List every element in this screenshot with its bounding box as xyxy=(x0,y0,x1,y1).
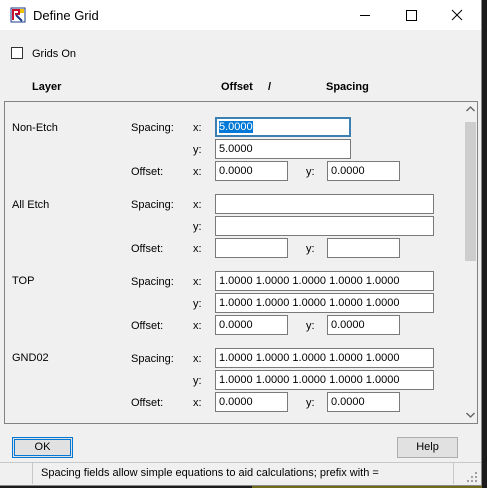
spacing-header: Spacing xyxy=(326,81,369,93)
y-label: y: xyxy=(306,166,315,178)
define-grid-dialog: Define Grid Grids On Layer Offset / Spac… xyxy=(0,0,482,486)
layer-name: TOP xyxy=(12,275,35,287)
grids-on-checkbox[interactable] xyxy=(11,47,23,59)
top-spacing-x-input[interactable]: 1.0000 1.0000 1.0000 1.0000 1.0000 xyxy=(215,271,434,291)
ok-button-label: OK xyxy=(34,441,51,453)
close-button[interactable] xyxy=(434,0,480,30)
top-spacing-y-input[interactable]: 1.0000 1.0000 1.0000 1.0000 1.0000 xyxy=(215,293,434,313)
minimize-button[interactable] xyxy=(342,0,388,30)
non-etch-spacing-x-input[interactable]: 5.0000 xyxy=(215,117,351,137)
help-button[interactable]: Help xyxy=(397,437,458,458)
scroll-down-arrow-icon[interactable] xyxy=(466,412,475,418)
offset-label: Offset: xyxy=(131,243,164,255)
y-label: y: xyxy=(306,397,315,409)
status-text: Spacing fields allow simple equations to… xyxy=(41,467,379,479)
gnd02-spacing-y-input[interactable]: 1.0000 1.0000 1.0000 1.0000 1.0000 xyxy=(215,370,434,390)
gnd02-offset-y-input[interactable]: 0.0000 xyxy=(327,392,400,412)
y-label: y: xyxy=(306,243,315,255)
window-title: Define Grid xyxy=(33,8,99,23)
all-etch-offset-y-input[interactable] xyxy=(327,238,400,258)
non-etch-offset-y-input[interactable]: 0.0000 xyxy=(327,161,400,181)
offset-header: Offset xyxy=(221,81,253,93)
layer-name: All Etch xyxy=(12,199,50,211)
app-icon xyxy=(10,7,26,23)
spacing-label: Spacing: xyxy=(131,122,174,134)
x-label: x: xyxy=(193,320,202,332)
spacing-label: Spacing: xyxy=(131,199,174,211)
maximize-button[interactable] xyxy=(388,0,434,30)
x-label: x: xyxy=(193,243,202,255)
y-label: y: xyxy=(193,221,202,233)
top-offset-y-input[interactable]: 0.0000 xyxy=(327,315,400,335)
layer-name: Non-Etch xyxy=(12,122,58,134)
layer-header: Layer xyxy=(32,81,62,93)
layer-grid-panel[interactable]: Non-Etch Spacing: x: 5.0000 y: 5.0000 Of… xyxy=(4,101,478,424)
all-etch-spacing-y-input[interactable] xyxy=(215,216,434,236)
y-label: y: xyxy=(193,298,202,310)
all-etch-offset-x-input[interactable] xyxy=(215,238,288,258)
header-separator: / xyxy=(268,81,272,93)
x-label: x: xyxy=(193,353,202,365)
ok-button[interactable]: OK xyxy=(12,437,73,458)
scroll-up-arrow-icon[interactable] xyxy=(466,106,475,112)
x-label: x: xyxy=(193,122,202,134)
spacing-label: Spacing: xyxy=(131,353,174,365)
grids-on-label: Grids On xyxy=(32,48,77,60)
y-label: y: xyxy=(193,144,202,156)
vertical-scrollbar[interactable] xyxy=(464,102,477,423)
x-label: x: xyxy=(193,276,202,288)
title-bar: Define Grid xyxy=(0,0,481,30)
x-label: x: xyxy=(193,166,202,178)
help-button-label: Help xyxy=(416,441,439,453)
offset-label: Offset: xyxy=(131,166,164,178)
resize-grip-icon[interactable] xyxy=(466,471,478,483)
layer-name: GND02 xyxy=(12,352,49,364)
scrollbar-thumb[interactable] xyxy=(465,122,476,261)
offset-label: Offset: xyxy=(131,320,164,332)
y-label: y: xyxy=(193,375,202,387)
x-label: x: xyxy=(193,199,202,211)
y-label: y: xyxy=(306,320,315,332)
offset-label: Offset: xyxy=(131,397,164,409)
top-offset-x-input[interactable]: 0.0000 xyxy=(215,315,288,335)
status-bar: Spacing fields allow simple equations to… xyxy=(0,462,481,485)
gnd02-spacing-x-input[interactable]: 1.0000 1.0000 1.0000 1.0000 1.0000 xyxy=(215,348,434,368)
x-label: x: xyxy=(193,397,202,409)
spacing-label: Spacing: xyxy=(131,276,174,288)
gnd02-offset-x-input[interactable]: 0.0000 xyxy=(215,392,288,412)
non-etch-spacing-y-input[interactable]: 5.0000 xyxy=(215,139,351,159)
non-etch-offset-x-input[interactable]: 0.0000 xyxy=(215,161,288,181)
all-etch-spacing-x-input[interactable] xyxy=(215,194,434,214)
